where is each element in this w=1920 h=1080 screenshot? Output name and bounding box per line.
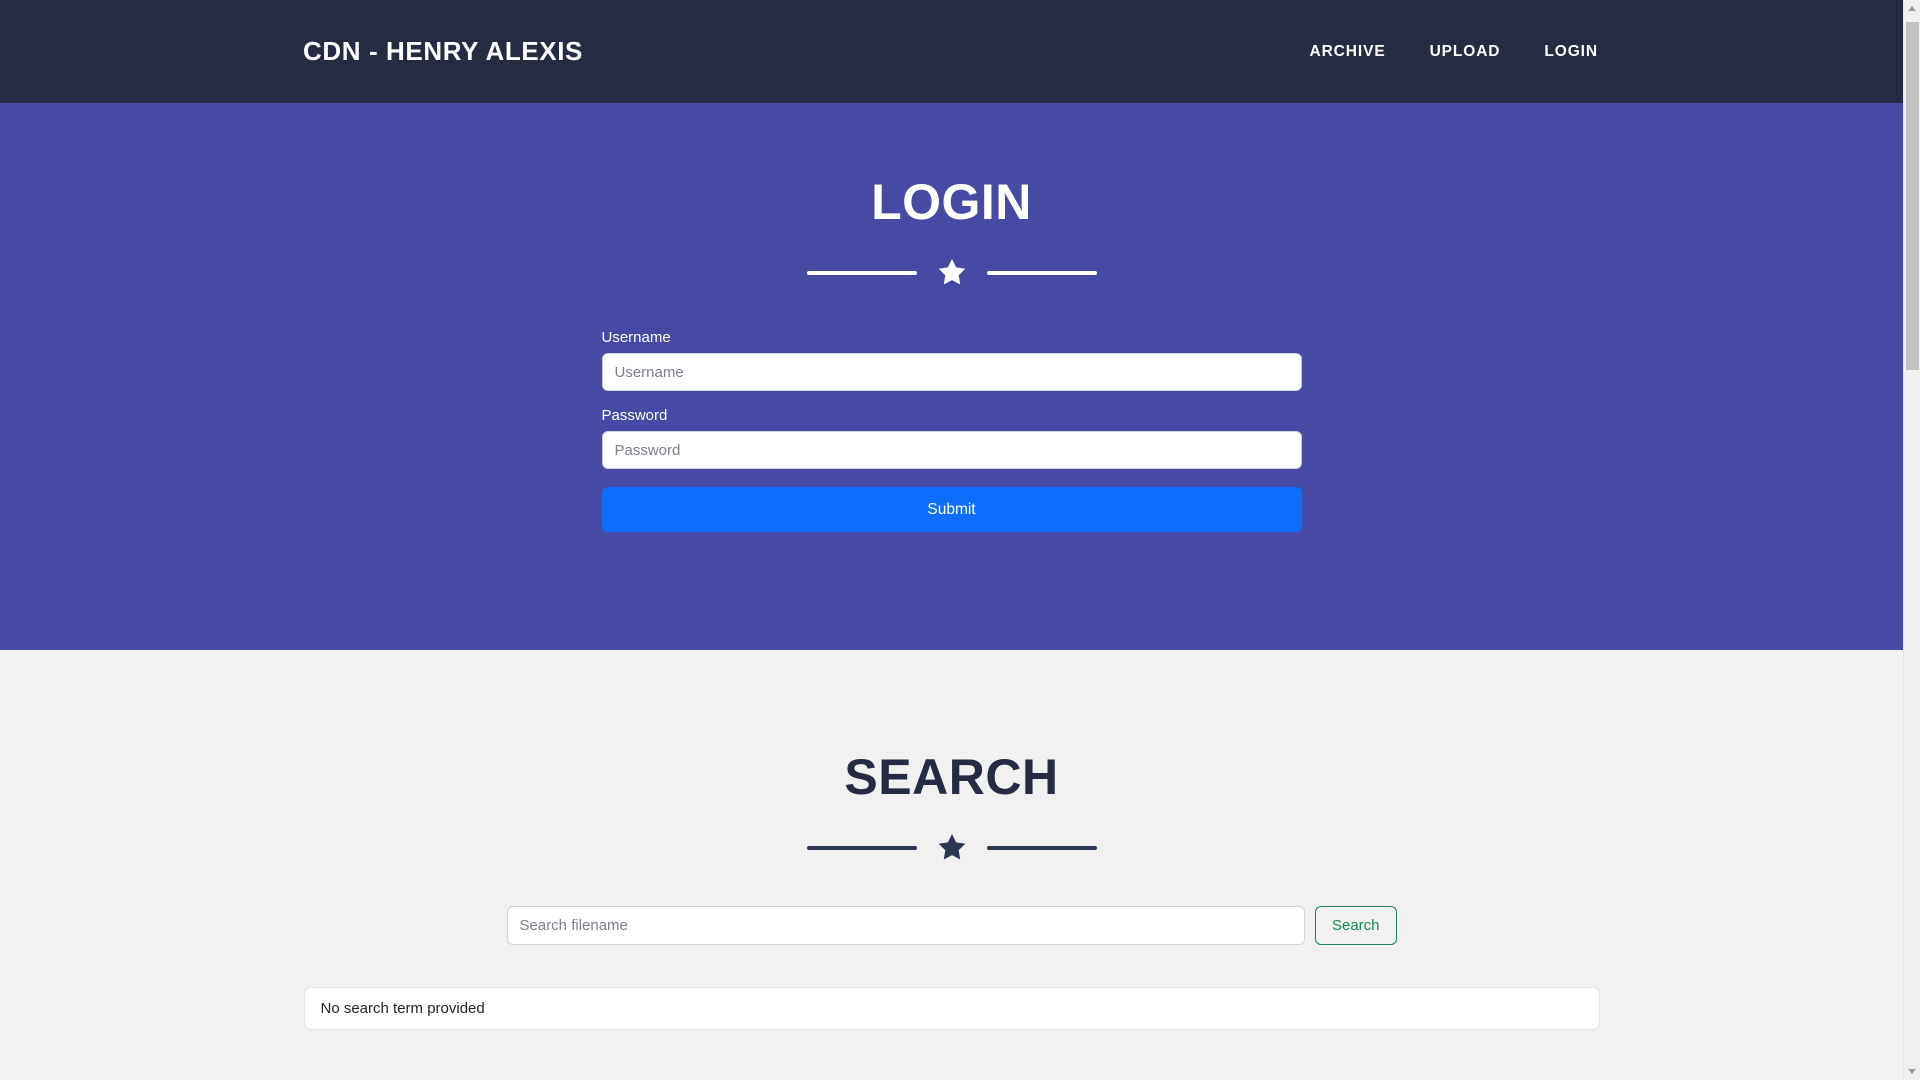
submit-button[interactable]: Submit: [601, 487, 1302, 532]
search-star-divider: [0, 831, 1903, 864]
nav-link-upload[interactable]: UPLOAD: [1430, 43, 1501, 61]
divider-line-right: [986, 270, 1097, 275]
scroll-up-arrow-icon[interactable]: [1904, 0, 1920, 17]
star-icon: [935, 256, 969, 289]
search-results-list: No search term provided: [303, 987, 1600, 1030]
navbar: CDN - HENRY ALEXIS ARCHIVE UPLOAD LOGIN: [0, 0, 1903, 103]
navbar-brand[interactable]: CDN - HENRY ALEXIS: [303, 36, 583, 67]
username-label: Username: [601, 329, 671, 346]
navbar-links: ARCHIVE UPLOAD LOGIN: [1310, 43, 1599, 61]
login-hero-section: LOGIN Username Password: [0, 103, 1903, 650]
login-star-divider: [0, 256, 1903, 289]
search-heading: SEARCH: [844, 749, 1059, 805]
password-label: Password: [601, 407, 668, 424]
password-input[interactable]: [601, 431, 1302, 469]
search-input[interactable]: [506, 906, 1305, 945]
search-section: SEARCH Search No search term provided: [0, 650, 1903, 1030]
scroll-down-arrow-icon[interactable]: [1904, 1063, 1920, 1080]
page-content: CDN - HENRY ALEXIS ARCHIVE UPLOAD LOGIN …: [0, 0, 1903, 1080]
nav-link-login[interactable]: LOGIN: [1544, 43, 1598, 61]
password-field-group: Password: [601, 407, 1302, 469]
login-form: Username Password Submit: [601, 329, 1302, 532]
nav-link-archive[interactable]: ARCHIVE: [1310, 43, 1386, 61]
browser-viewport: CDN - HENRY ALEXIS ARCHIVE UPLOAD LOGIN …: [0, 0, 1920, 1080]
login-heading: LOGIN: [871, 174, 1032, 230]
username-input[interactable]: [601, 353, 1302, 391]
divider-line-left: [806, 270, 917, 275]
divider-line-left: [806, 845, 917, 850]
search-bar: Search: [506, 906, 1397, 945]
scrollbar-thumb[interactable]: [1906, 22, 1919, 370]
divider-line-right: [986, 845, 1097, 850]
star-icon: [935, 831, 969, 864]
search-button[interactable]: Search: [1314, 906, 1397, 945]
vertical-scrollbar[interactable]: [1903, 0, 1920, 1080]
search-result-item: No search term provided: [303, 987, 1600, 1030]
username-field-group: Username: [601, 329, 1302, 391]
